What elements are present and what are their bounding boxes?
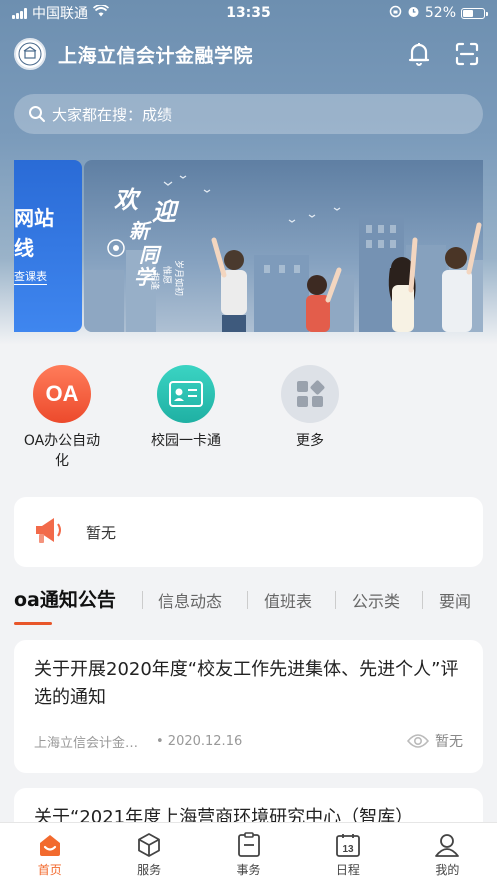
banner-prev-line1: 网站 <box>14 206 54 230</box>
search-placeholder: 大家都在搜：成绩 <box>52 105 173 124</box>
tab-oa-notices[interactable]: oa通知公告 <box>14 585 116 612</box>
carrier-label: 中国联通 <box>32 6 88 22</box>
quick-action-more[interactable]: 更多 <box>260 365 360 451</box>
eye-icon <box>407 734 429 748</box>
cube-icon <box>135 831 163 859</box>
banner-prev-line2: 线 <box>14 236 34 260</box>
wifi-icon <box>92 3 110 21</box>
banner-headline-3: 新 <box>129 219 153 243</box>
quick-action-label-line1: OA办公自动 <box>23 433 101 449</box>
banner-side-2: 惟愿 <box>161 266 173 284</box>
user-icon <box>433 831 461 859</box>
tab-public-notices[interactable]: 公示类 <box>352 588 400 612</box>
tabbar-label: 服务 <box>137 863 162 877</box>
bottom-tab-bar: 首页 服务 事务 13 日程 我的 <box>0 822 497 883</box>
battery-percent: 52% <box>424 5 456 21</box>
banner-headline-1: 欢 <box>114 185 142 214</box>
tabbar-home[interactable]: 首页 <box>0 823 99 883</box>
quick-action-campus-card[interactable]: 校园一卡通 <box>136 365 236 451</box>
clipboard-icon <box>235 831 263 859</box>
battery-icon <box>461 7 488 19</box>
quick-action-oa[interactable]: OA OA办公自动 化 <box>12 365 112 471</box>
tabbar-label: 我的 <box>435 863 460 877</box>
tabbar-label: 日程 <box>335 863 360 877</box>
news-item[interactable]: 关于开展2020年度“校友工作先进集体、先进个人”评选的通知 上海立信会计金融学… <box>14 640 483 773</box>
school-logo <box>14 38 46 70</box>
app-header: 上海立信会计金融学院 <box>0 30 497 78</box>
tab-info-updates[interactable]: 信息动态 <box>158 588 222 612</box>
announcement-card[interactable]: 暂无 <box>14 497 483 567</box>
tabbar-label: 事务 <box>236 863 261 877</box>
tabbar-schedule[interactable]: 13 日程 <box>298 823 397 883</box>
tabbar-label: 首页 <box>37 863 62 877</box>
tabbar-profile[interactable]: 我的 <box>398 823 497 883</box>
news-title: 关于开展2020年度“校友工作先进集体、先进个人”评选的通知 <box>34 659 459 708</box>
calendar-icon: 13 <box>334 831 362 859</box>
scan-icon[interactable] <box>451 38 483 70</box>
news-date: • 2020.12.16 <box>156 733 243 749</box>
quick-action-label: 更多 <box>296 433 324 449</box>
news-tabs: oa通知公告 信息动态 值班表 公示类 要闻 <box>0 580 497 628</box>
svg-text:13: 13 <box>342 844 354 855</box>
banner-side-1: 岁月如初 <box>173 260 185 296</box>
banner-headline-2: 迎 <box>152 197 180 226</box>
quick-actions: OA OA办公自动 化 校园一卡通 更多 <box>0 345 497 480</box>
banner-slide-welcome[interactable]: 欢 迎 新 同 学 岁月如初 惟愿 相逢 <box>84 160 483 332</box>
announcement-text: 暂无 <box>86 523 117 542</box>
active-tab-indicator <box>14 622 52 625</box>
banner-prev-line3: 查课表 <box>14 270 47 285</box>
banner-illustration: 欢 迎 新 同 学 岁月如初 惟愿 相逢 <box>84 175 483 332</box>
megaphone-icon <box>32 513 66 551</box>
signal-icon <box>12 7 27 19</box>
grid-icon <box>281 365 339 423</box>
tab-duty-roster[interactable]: 值班表 <box>264 588 312 612</box>
home-icon <box>36 831 64 859</box>
tab-headlines[interactable]: 要闻 <box>439 588 471 612</box>
banner-headline-4: 同 <box>139 243 162 267</box>
quick-action-label: 校园一卡通 <box>151 433 221 449</box>
tabbar-affairs[interactable]: 事务 <box>199 823 298 883</box>
news-views: 暂无 <box>435 734 463 750</box>
search-icon <box>29 106 45 122</box>
banner-side-3: 相逢 <box>149 272 161 290</box>
banner-slide-previous[interactable]: 网站 线 查课表 <box>14 160 82 332</box>
card-icon <box>157 365 215 423</box>
app-title: 上海立信会计金融学院 <box>58 44 254 67</box>
status-bar: 中国联通 13:35 52% <box>0 0 497 26</box>
oa-icon: OA <box>33 365 91 423</box>
quick-action-label-line2: 化 <box>55 453 69 469</box>
banner-carousel[interactable]: 网站 线 查课表 欢 迎 新 同 学 岁月如初 惟愿 相逢 <box>14 160 483 332</box>
alarm-icon <box>407 5 420 22</box>
tabbar-service[interactable]: 服务 <box>99 823 198 883</box>
rotation-lock-icon <box>389 5 402 22</box>
bell-icon[interactable] <box>403 38 435 70</box>
search-bar[interactable]: 大家都在搜：成绩 <box>14 94 483 134</box>
news-source: 上海立信会计金融学院 <box>34 735 144 751</box>
